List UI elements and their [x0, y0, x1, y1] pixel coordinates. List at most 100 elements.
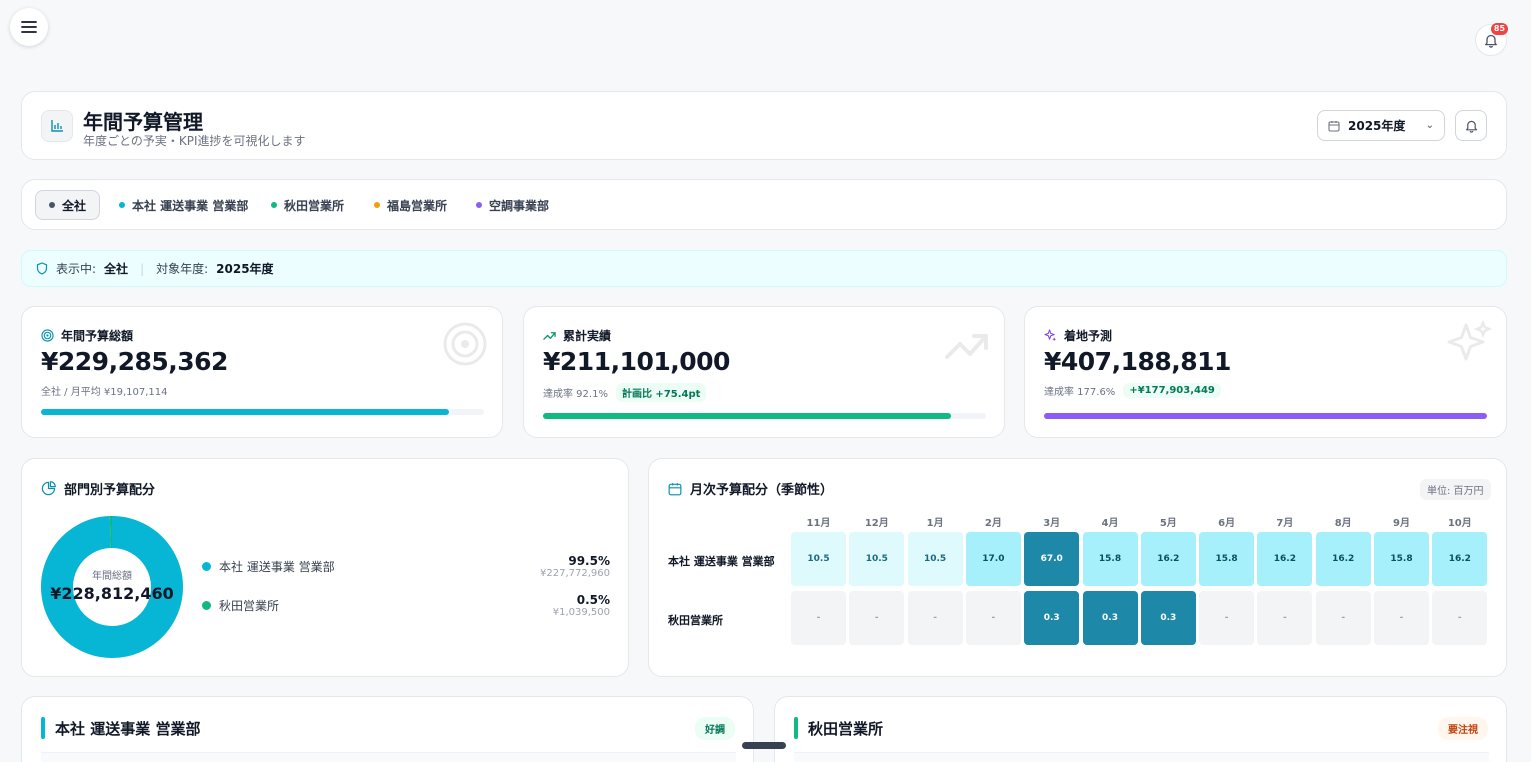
showing-value: 全社: [104, 262, 129, 276]
legend-dot: [202, 601, 211, 610]
department-color-stripe: [41, 717, 45, 739]
status-badge: 要注視: [1438, 717, 1488, 740]
heatmap-cell[interactable]: -: [1432, 591, 1488, 645]
page-header: 年間予算管理 年度ごとの予実・KPI進捗を可視化します 2025年度 ⌄: [21, 91, 1507, 160]
kpi-forecast-pill: +¥177,903,449: [1123, 383, 1221, 398]
kpi-actual-progress: [543, 413, 986, 419]
legend-pct: 0.5%: [576, 593, 610, 607]
heatmap-cell[interactable]: -: [1199, 591, 1255, 645]
heatmap-row-label: 秋田営業所: [668, 614, 723, 627]
month-header: 7月: [1276, 518, 1294, 529]
table-header-strip: [41, 752, 736, 762]
kpi-actual-label: 累計実績: [543, 327, 611, 344]
header-bell-button[interactable]: [1455, 110, 1487, 141]
heatmap-cell[interactable]: 16.2: [1315, 532, 1371, 586]
calendar-icon: [1328, 120, 1340, 132]
donut-center-label: 年間総額: [92, 571, 132, 582]
sparkles-icon: [1044, 329, 1057, 342]
heatmap-row-label: 本社 運送事業 営業部: [668, 555, 775, 568]
year-label: 対象年度:: [156, 262, 209, 276]
kpi-forecast-progress-fill: [1044, 413, 1487, 419]
heatmap-cell[interactable]: 67.0: [1024, 532, 1080, 586]
calendar-icon: [668, 482, 682, 495]
legend-amount: ¥227,772,960: [540, 568, 610, 579]
heatmap-cell[interactable]: 10.5: [791, 532, 846, 586]
heatmap-cell[interactable]: 15.8: [1082, 532, 1138, 586]
kpi-forecast-card: 着地予測 ¥407,188,811 達成率 177.6% +¥177,903,4…: [1024, 306, 1507, 438]
heatmap-cell[interactable]: -: [1257, 591, 1313, 645]
heatmap-cell[interactable]: 0.3: [1082, 591, 1138, 645]
table-header-strip: [794, 752, 1489, 762]
kpi-forecast-progress: [1044, 413, 1487, 419]
kpi-forecast-label: 着地予測: [1044, 327, 1112, 344]
month-header: 9月: [1393, 518, 1410, 529]
trending-up-icon: [945, 334, 988, 359]
shield-icon: [36, 262, 48, 275]
status-badge: 好調: [695, 717, 735, 740]
tab-all[interactable]: 全社: [35, 190, 101, 220]
department-tabs: 全社 本社 運送事業 営業部 秋田営業所 福島営業所 空調事業部: [21, 179, 1507, 230]
heatmap-cell[interactable]: 15.8: [1374, 532, 1429, 586]
menu-button[interactable]: [10, 8, 48, 46]
unit-label: 単位: 百万円: [1420, 479, 1491, 500]
target-icon: [41, 329, 54, 342]
month-header: 3月: [1043, 518, 1061, 529]
month-header: 5月: [1159, 518, 1177, 529]
info-divider: |: [140, 261, 145, 276]
heatmap-cell[interactable]: -: [849, 591, 905, 645]
heatmap-cell[interactable]: 15.8: [1199, 532, 1255, 586]
heatmap-cell[interactable]: 16.2: [1257, 532, 1313, 586]
tab-fukushima[interactable]: 福島営業所: [361, 190, 460, 220]
bar-chart-icon: [41, 110, 73, 142]
legend-pct: 99.5%: [568, 554, 610, 568]
kpi-budget-card: 年間予算総額 ¥229,285,362 全社 / 月平均 ¥19,107,114: [21, 306, 503, 438]
scroll-handle[interactable]: [742, 742, 786, 749]
allocation-legend-item: 本社 運送事業 営業部 99.5% ¥227,772,960: [202, 554, 610, 579]
tab-hvac[interactable]: 空調事業部: [463, 190, 562, 220]
kpi-budget-value: ¥229,285,362: [41, 347, 228, 376]
kpi-actual-sub: 達成率 92.1% 計画比 +75.4pt: [543, 383, 707, 402]
month-header: 4月: [1101, 518, 1119, 529]
year-select[interactable]: 2025年度 ⌄: [1317, 110, 1445, 141]
allocation-legend-item: 秋田営業所 0.5% ¥1,039,500: [202, 593, 610, 618]
scope-info-bar: 表示中: 全社 | 対象年度: 2025年度: [21, 250, 1507, 287]
heatmap-cell[interactable]: -: [1374, 591, 1429, 645]
target-icon: [443, 322, 487, 366]
heatmap-cell[interactable]: 16.2: [1140, 532, 1196, 586]
page-subtitle: 年度ごとの予実・KPI進捗を可視化します: [83, 134, 306, 148]
bell-icon: [1465, 120, 1477, 133]
heatmap-cell[interactable]: 17.0: [965, 532, 1021, 586]
kpi-budget-progress: [41, 409, 484, 415]
page-title: 年間予算管理: [83, 110, 203, 134]
department-title: 本社 運送事業 営業部: [41, 717, 200, 739]
trending-up-icon: [543, 332, 556, 340]
heatmap-cell[interactable]: 0.3: [1024, 591, 1080, 645]
showing-label: 表示中:: [56, 262, 97, 276]
month-header: 6月: [1218, 518, 1236, 529]
kpi-actual-value: ¥211,101,000: [543, 347, 730, 376]
heatmap-cell[interactable]: 10.5: [849, 532, 905, 586]
heatmap-cell[interactable]: 10.5: [907, 532, 963, 586]
kpi-actual-pill: 計画比 +75.4pt: [615, 383, 707, 402]
year-select-value: 2025年度: [1348, 119, 1406, 133]
pie-chart-icon: [41, 481, 56, 496]
heatmap-cell[interactable]: 16.2: [1432, 532, 1488, 586]
legend-amount: ¥1,039,500: [552, 607, 610, 618]
kpi-budget-progress-fill: [41, 409, 449, 415]
heatmap-cell[interactable]: 0.3: [1140, 591, 1196, 645]
month-header: 10月: [1447, 518, 1472, 529]
year-value: 2025年度: [216, 262, 274, 276]
tab-honsha[interactable]: 本社 運送事業 営業部: [106, 190, 261, 220]
menu-icon: [21, 21, 37, 33]
tab-dot: [476, 202, 482, 208]
heatmap-cell[interactable]: -: [907, 591, 963, 645]
heatmap-cell[interactable]: -: [965, 591, 1021, 645]
heatmap-cell[interactable]: -: [1315, 591, 1371, 645]
department-card-honsha: 本社 運送事業 営業部 好調: [21, 696, 754, 762]
sparkles-icon: [1447, 321, 1492, 361]
kpi-forecast-value: ¥407,188,811: [1044, 347, 1231, 376]
heatmap-cell[interactable]: -: [791, 591, 846, 645]
tab-akita[interactable]: 秋田営業所: [258, 190, 357, 220]
department-color-stripe: [794, 717, 798, 739]
kpi-actual-progress-fill: [543, 413, 951, 419]
